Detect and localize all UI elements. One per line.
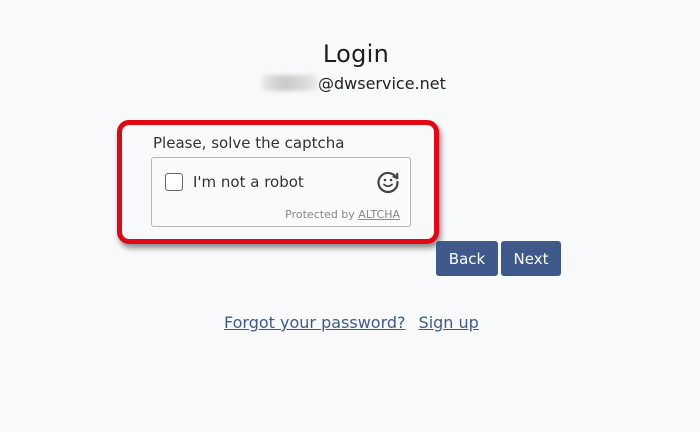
captcha-footer: Protected by ALTCHA xyxy=(285,208,400,221)
login-page: Login @dwservice.net Please, solve the c… xyxy=(0,0,700,432)
captcha-checkbox-label[interactable]: I'm not a robot xyxy=(193,173,304,191)
captcha-prompt: Please, solve the captcha xyxy=(153,134,345,152)
user-email: @dwservice.net xyxy=(262,72,446,94)
email-username-redacted xyxy=(262,75,318,91)
footer-links: Forgot your password? Sign up xyxy=(224,313,479,332)
next-button[interactable]: Next xyxy=(501,241,561,276)
back-button[interactable]: Back xyxy=(436,241,498,276)
page-title: Login xyxy=(322,40,390,68)
captcha-checkbox[interactable] xyxy=(165,173,183,191)
captcha-footer-text: Protected by xyxy=(285,208,359,221)
forgot-password-link[interactable]: Forgot your password? xyxy=(224,313,406,332)
sign-up-link[interactable]: Sign up xyxy=(419,313,479,332)
captcha-widget: I'm not a robot Protected by ALTCHA xyxy=(151,157,411,227)
altcha-logo-icon xyxy=(377,171,399,194)
email-domain: @dwservice.net xyxy=(318,73,446,93)
altcha-link[interactable]: ALTCHA xyxy=(358,208,400,221)
